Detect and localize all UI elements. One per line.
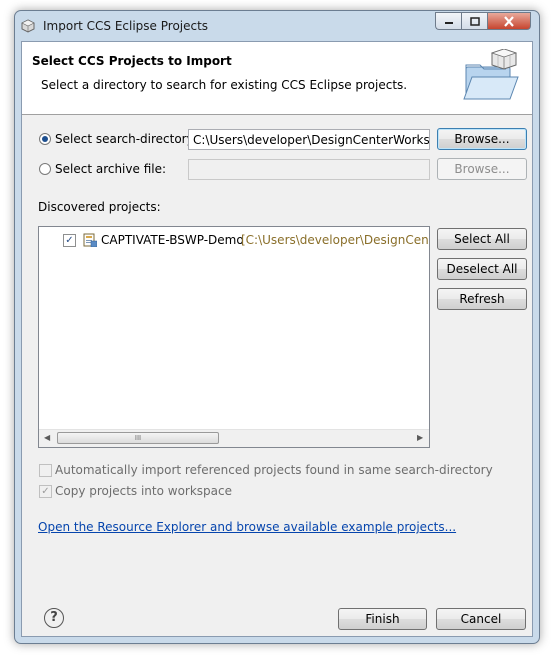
copy-projects-checkbox[interactable]: ✓: [39, 485, 52, 498]
browse-archive-button[interactable]: Browse...: [437, 158, 527, 180]
project-checkbox[interactable]: ✓: [63, 234, 76, 247]
close-button[interactable]: [487, 12, 531, 30]
import-dialog-window: Import CCS Eclipse Projects Select CCS P…: [14, 10, 540, 644]
archive-file-field[interactable]: [188, 159, 430, 180]
discovered-projects-label: Discovered projects:: [38, 200, 161, 214]
list-item[interactable]: ✓ CAPTIVATE-BSWP-Demo [C:\Users\develope…: [63, 233, 429, 249]
search-directory-radio[interactable]: [39, 133, 51, 145]
project-icon: [83, 233, 97, 247]
help-icon[interactable]: ?: [44, 608, 64, 628]
search-directory-label: Select search-directory:: [55, 132, 197, 146]
page-title: Select CCS Projects to Import: [32, 54, 232, 68]
wizard-banner: Select CCS Projects to Import Select a d…: [22, 42, 532, 115]
refresh-button[interactable]: Refresh: [437, 288, 527, 310]
finish-button[interactable]: Finish: [338, 608, 427, 630]
minimize-icon: [444, 22, 453, 24]
archive-file-radio[interactable]: [39, 163, 51, 175]
project-list[interactable]: ✓ CAPTIVATE-BSWP-Demo [C:\Users\develope…: [38, 226, 430, 448]
ccs-app-icon: [21, 19, 35, 33]
cancel-button[interactable]: Cancel: [436, 608, 526, 630]
minimize-button[interactable]: [435, 12, 461, 30]
project-path: [C:\Users\developer\DesignCenterWorkspac…: [241, 233, 429, 247]
select-all-button[interactable]: Select All: [437, 228, 527, 250]
page-description: Select a directory to search for existin…: [41, 78, 408, 92]
scroll-left-icon[interactable]: ◀: [44, 433, 50, 442]
copy-projects-label: Copy projects into workspace: [55, 484, 233, 498]
import-folder-icon: [463, 49, 519, 100]
archive-file-label: Select archive file:: [55, 162, 167, 176]
auto-import-checkbox[interactable]: [39, 464, 52, 477]
scroll-thumb[interactable]: III: [57, 432, 219, 444]
dialog-body: Select CCS Projects to Import Select a d…: [21, 41, 533, 637]
scroll-right-icon[interactable]: ▶: [417, 433, 423, 442]
maximize-button[interactable]: [461, 12, 487, 30]
horizontal-scrollbar[interactable]: ◀ III ▶: [39, 429, 429, 447]
browse-directory-button[interactable]: Browse...: [437, 128, 527, 150]
deselect-all-button[interactable]: Deselect All: [437, 258, 527, 280]
auto-import-label: Automatically import referenced projects…: [55, 463, 493, 477]
search-directory-field[interactable]: C:\Users\developer\DesignCenterWorkspace: [188, 129, 430, 150]
window-title: Import CCS Eclipse Projects: [43, 19, 209, 33]
title-bar[interactable]: Import CCS Eclipse Projects: [15, 11, 539, 41]
resource-explorer-link[interactable]: Open the Resource Explorer and browse av…: [38, 520, 456, 534]
project-name: CAPTIVATE-BSWP-Demo: [101, 233, 244, 247]
close-icon: [504, 15, 514, 27]
window-controls: [435, 12, 531, 31]
maximize-icon: [469, 16, 480, 26]
